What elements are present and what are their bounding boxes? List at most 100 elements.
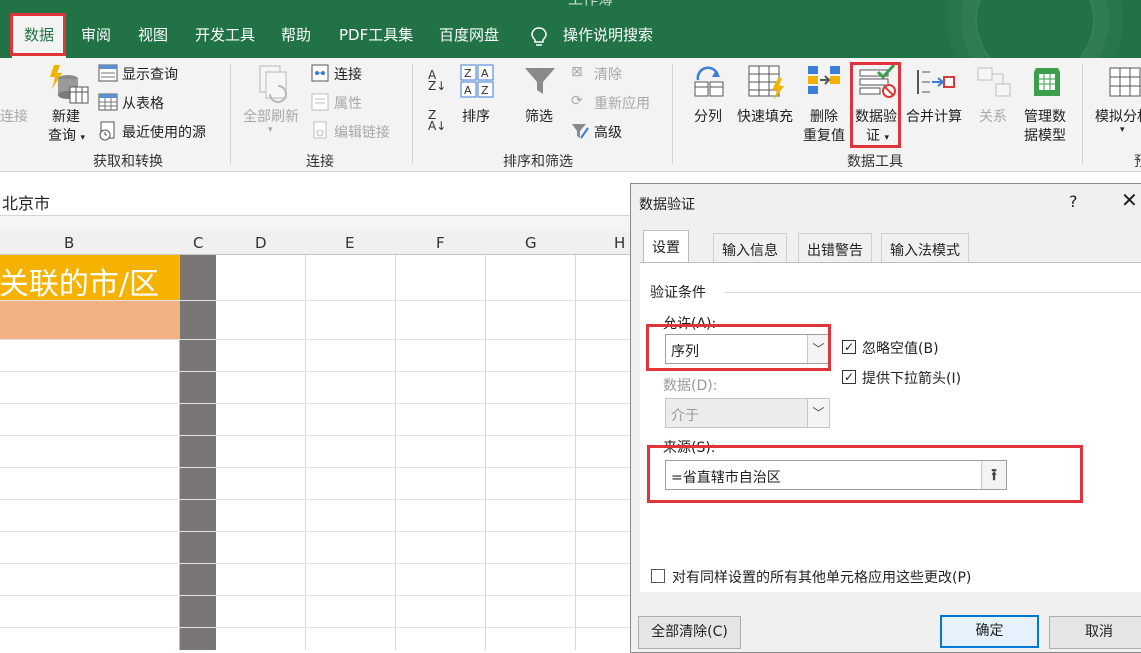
data-validation-label-line1[interactable]: 数据验 [855,106,897,126]
ribbon-partial-connections-label[interactable]: 连接 [0,106,28,126]
clear-filter-icon: ⊠ [571,64,583,80]
group-forecast-label: 预 [1134,151,1141,171]
svg-text:Z: Z [481,84,489,97]
allow-select[interactable]: 序列 ﹀ [665,334,830,364]
highlighted-row-cell[interactable] [0,301,179,339]
refresh-all-icon [259,65,287,103]
new-query-label-line2[interactable]: 查询 ▾ [48,125,85,145]
column-c-fill [179,255,216,650]
chevron-down-icon[interactable]: ﹀ [807,335,829,363]
data-validation-dialog: 数据验证 ? ✕ 设置 输入信息 出错警告 输入法模式 验证条件 允许(A): … [630,183,1141,653]
grid-line [0,300,630,301]
in-cell-dropdown-checkbox[interactable]: ✓ [842,370,856,384]
svg-text:A: A [464,84,472,97]
tab-view[interactable]: 视图 [138,25,168,45]
cancel-button[interactable]: 取消 [1049,616,1141,649]
tab-input-message[interactable]: 输入信息 [713,233,787,262]
new-query-label-line1[interactable]: 新建 [52,106,80,126]
remove-duplicates-icon [808,66,840,94]
column-header-g[interactable]: G [525,234,537,252]
tab-developer[interactable]: 开发工具 [195,25,255,45]
grid-line [0,467,630,468]
recent-sources-button[interactable]: 最近使用的源 [122,122,206,142]
worksheet-grid[interactable]: 关联的市/区 [0,255,630,650]
svg-text:A: A [481,67,489,80]
tab-pdf-tools[interactable]: PDF工具集 [339,25,413,45]
tab-baidu-netdisk[interactable]: 百度网盘 [439,25,499,45]
refresh-all-button[interactable]: 全部刷新 [243,106,299,126]
clear-button[interactable]: 清除 [594,64,622,84]
connections-icon [311,64,329,82]
show-queries-button[interactable]: 显示查询 [122,64,178,84]
column-header-b[interactable]: B [64,234,74,252]
manage-data-model-label-line2[interactable]: 据模型 [1024,125,1066,145]
flash-fill-icon [748,65,784,100]
in-cell-dropdown-label[interactable]: 提供下拉箭头(I) [862,368,961,388]
what-if-analysis-button[interactable]: 模拟分析 [1095,106,1141,126]
reapply-button[interactable]: 重新应用 [594,93,650,113]
source-label: 来源(S): [663,440,716,456]
ok-button[interactable]: 确定 [940,615,1039,648]
manage-data-model-icon [1034,68,1060,96]
ribbon-separator [412,64,413,164]
collapse-dialog-icon[interactable]: ⭱ [981,461,1006,489]
flash-fill-button[interactable]: 快速填充 [737,106,793,126]
lightbulb-icon [531,27,547,46]
data-validation-label-text: 证 [866,128,880,144]
remove-duplicates-label-line1[interactable]: 删除 [810,106,838,126]
tab-review[interactable]: 审阅 [81,25,111,45]
sort-descending-icon[interactable]: Z A↓ [428,109,446,132]
grid-line [0,371,630,372]
tell-me-search[interactable]: 操作说明搜索 [563,25,653,45]
group-connections-label: 连接 [306,154,334,170]
tab-help[interactable]: 帮助 [281,25,311,45]
clear-all-button[interactable]: 全部清除(C) [638,616,741,649]
tab-settings[interactable]: 设置 [643,230,689,263]
consolidate-button[interactable]: 合并计算 [906,106,962,126]
advanced-button[interactable]: 高级 [594,122,622,142]
grid-line [0,531,630,532]
new-query-icon [50,65,89,104]
tab-data[interactable]: 数据 [12,14,67,58]
sort-ascending-icon[interactable]: A Z↓ [428,69,446,92]
formula-bar[interactable]: 北京市 [0,185,630,216]
chevron-down-icon[interactable]: ﹀ [807,399,829,427]
ignore-blank-label[interactable]: 忽略空值(B) [862,338,939,358]
tab-ime-mode[interactable]: 输入法模式 [881,233,969,262]
grid-line [0,627,630,628]
connections-button[interactable]: 连接 [334,64,362,84]
apply-all-label[interactable]: 对有同样设置的所有其他单元格应用这些更改(P) [672,567,971,587]
help-button[interactable]: ? [1069,192,1078,211]
ignore-blank-checkbox[interactable]: ✓ [842,340,856,354]
group-get-transform-label: 获取和转换 [93,154,163,170]
sort-button[interactable]: 排序 [462,106,490,126]
source-input[interactable]: =省直辖市自治区 ⭱ [665,460,1007,490]
reapply-icon: ⟳ [571,93,583,109]
close-icon[interactable]: ✕ [1121,188,1138,212]
data-select[interactable]: 介于 ﹀ [665,398,830,428]
column-header-e[interactable]: E [345,234,354,252]
column-header-d[interactable]: D [255,234,267,252]
column-header-c[interactable]: C [193,234,203,252]
show-queries-icon [98,64,118,82]
ribbon-separator [672,64,673,164]
dialog-title: 数据验证 [639,197,695,213]
column-header-h[interactable]: H [614,234,625,252]
new-query-label-text: 查询 [48,128,76,144]
dropdown-arrow-icon: ▾ [80,133,85,143]
filter-icon [525,68,555,94]
remove-duplicates-label-line2[interactable]: 重复值 [803,125,845,145]
properties-icon [311,93,329,111]
relationships-button[interactable]: 关系 [979,106,1007,126]
filter-button[interactable]: 筛选 [525,106,553,126]
edit-links-button[interactable]: 编辑链接 [334,122,390,142]
text-to-columns-button[interactable]: 分列 [694,106,722,126]
apply-all-checkbox[interactable] [651,569,665,583]
column-header-f[interactable]: F [436,234,445,252]
data-validation-label-line2[interactable]: 证 ▾ [866,125,889,145]
grid-line [0,403,630,404]
manage-data-model-label-line1[interactable]: 管理数 [1024,106,1066,126]
from-table-button[interactable]: 从表格 [122,93,164,113]
tab-error-alert[interactable]: 出错警告 [798,233,872,262]
properties-button[interactable]: 属性 [334,93,362,113]
